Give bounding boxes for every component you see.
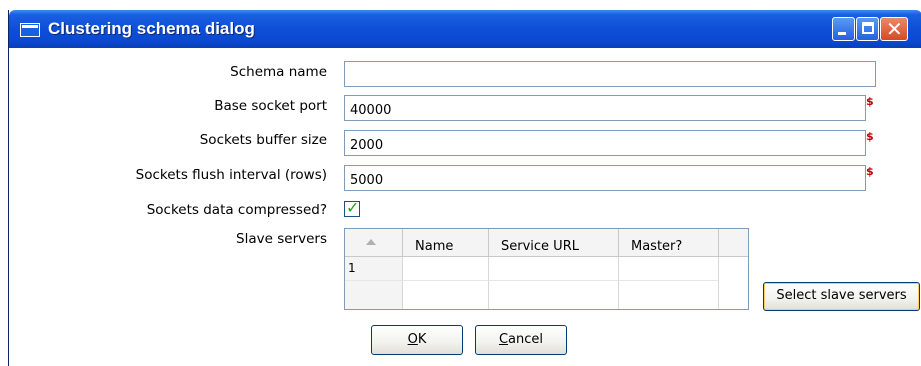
empty-cell bbox=[489, 281, 619, 309]
column-header-master[interactable]: Master? bbox=[619, 229, 719, 257]
sockets-buffer-size-label: Sockets buffer size bbox=[199, 132, 327, 148]
select-slave-servers-button[interactable]: Select slave servers bbox=[763, 282, 920, 311]
empty-cell bbox=[403, 281, 489, 309]
sockets-compressed-label: Sockets data compressed? bbox=[146, 202, 327, 218]
column-header-name[interactable]: Name bbox=[403, 229, 489, 257]
window-icon bbox=[20, 23, 40, 37]
master-cell[interactable] bbox=[619, 257, 719, 281]
close-icon: ✕ bbox=[886, 17, 903, 41]
column-header-filler bbox=[719, 229, 748, 257]
cancel-label-rest: ancel bbox=[508, 332, 544, 347]
ok-label-rest: K bbox=[417, 332, 427, 347]
maximize-button[interactable] bbox=[856, 17, 879, 41]
row-index-header[interactable] bbox=[345, 229, 403, 257]
schema-name-input[interactable] bbox=[344, 61, 876, 87]
sockets-buffer-size-input[interactable] bbox=[344, 130, 866, 156]
window-title: Clustering schema dialog bbox=[48, 19, 255, 38]
maximize-icon bbox=[862, 22, 874, 34]
minimize-button[interactable] bbox=[832, 17, 855, 41]
variable-icon: $ bbox=[866, 165, 874, 178]
variable-icon: $ bbox=[866, 95, 874, 108]
checkmark-icon: ✓ bbox=[346, 198, 360, 217]
row-index-cell: 1 bbox=[345, 257, 403, 281]
base-socket-port-label: Base socket port bbox=[214, 98, 327, 114]
sockets-compressed-checkbox[interactable]: ✓ bbox=[344, 198, 360, 217]
close-button[interactable]: ✕ bbox=[880, 17, 908, 41]
cancel-button[interactable]: Cancel bbox=[475, 325, 567, 355]
column-header-service-url[interactable]: Service URL bbox=[489, 229, 619, 257]
dialog-window: Clustering schema dialog ✕ Schema name B… bbox=[8, 10, 921, 366]
schema-name-label: Schema name bbox=[230, 64, 327, 80]
ok-mnemonic: O bbox=[407, 332, 418, 347]
empty-cell bbox=[619, 281, 719, 309]
minimize-icon bbox=[838, 32, 846, 35]
slave-servers-table[interactable]: Name Service URL Master? 1 bbox=[344, 228, 749, 310]
empty-row-index-cell bbox=[345, 281, 403, 309]
ok-button[interactable]: OK bbox=[371, 325, 463, 355]
slave-servers-label: Slave servers bbox=[236, 231, 327, 247]
service-url-cell[interactable] bbox=[489, 257, 619, 281]
base-socket-port-input[interactable] bbox=[344, 95, 866, 121]
sort-arrow-icon bbox=[366, 239, 376, 245]
name-cell[interactable] bbox=[403, 257, 489, 281]
title-bar[interactable]: Clustering schema dialog ✕ bbox=[9, 10, 921, 48]
sockets-flush-interval-input[interactable] bbox=[344, 165, 866, 191]
variable-icon: $ bbox=[866, 130, 874, 143]
sockets-flush-interval-label: Sockets flush interval (rows) bbox=[135, 167, 327, 183]
cancel-mnemonic: C bbox=[498, 332, 509, 347]
